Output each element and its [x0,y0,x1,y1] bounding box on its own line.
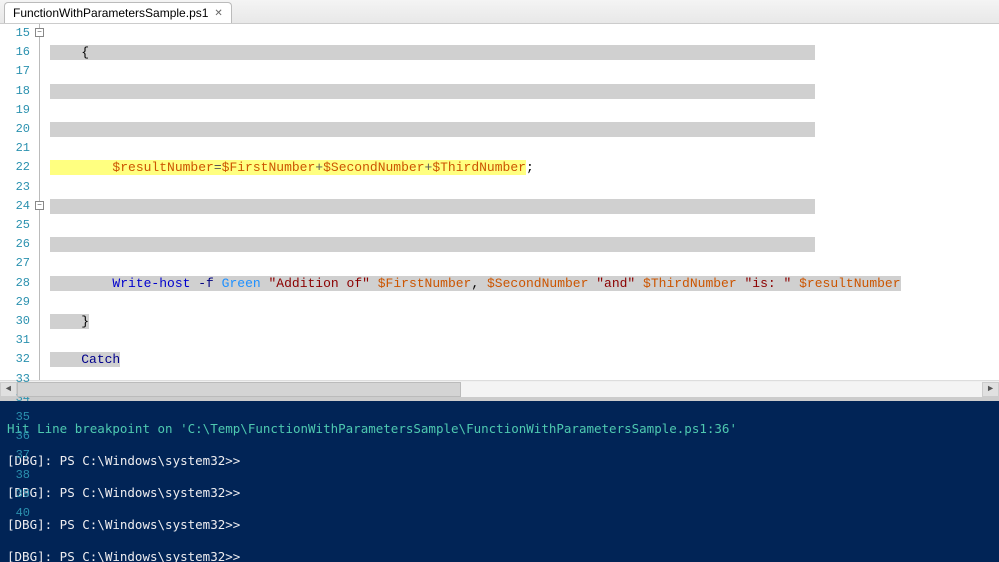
scroll-right-icon[interactable]: ► [982,382,999,397]
console-line: [DBG]: PS C:\Windows\system32>> [7,517,992,533]
line-number: 16 [0,43,30,62]
line-number: 26 [0,235,30,254]
fold-column: − − [36,24,50,380]
line-number: 29 [0,293,30,312]
line-number: 15 [0,24,30,43]
line-number: 32 [0,350,30,369]
code-content[interactable]: { [50,24,999,380]
fold-toggle-icon[interactable]: − [35,28,44,37]
scrollbar-track[interactable] [17,382,982,397]
line-number-gutter: 15 16 17 18 19 20 21 22 23 24 25 26 27 2… [0,24,36,380]
line-number: 24 [0,197,30,216]
scrollbar-thumb[interactable] [17,382,461,397]
line-number: 38 [0,466,30,485]
fold-toggle-icon[interactable]: − [35,201,44,210]
close-icon[interactable]: ✕ [214,8,222,19]
line-number: 22 [0,158,30,177]
line-number: 18 [0,82,30,101]
tab-title: FunctionWithParametersSample.ps1 [13,6,208,20]
file-tab[interactable]: FunctionWithParametersSample.ps1 ✕ [4,2,232,23]
line-number: 21 [0,139,30,158]
line-number: 30 [0,312,30,331]
console-pane[interactable]: Hit Line breakpoint on 'C:\Temp\Function… [0,401,999,562]
line-number: 28 [0,274,30,293]
line-number: 39 [0,485,30,504]
line-number: 35 [0,408,30,427]
line-number: 36 [0,427,30,446]
line-number: 19 [0,101,30,120]
console-line: [DBG]: PS C:\Windows\system32>> [7,453,992,469]
tab-bar: FunctionWithParametersSample.ps1 ✕ [0,0,999,24]
console-line: [DBG]: PS C:\Windows\system32>> [7,549,992,562]
code-editor[interactable]: 15 16 17 18 19 20 21 22 23 24 25 26 27 2… [0,24,999,380]
line-number: 37 [0,446,30,465]
line-number: 27 [0,254,30,273]
console-line: Hit Line breakpoint on 'C:\Temp\Function… [7,421,992,437]
line-number: 17 [0,62,30,81]
console-line: [DBG]: PS C:\Windows\system32>> [7,485,992,501]
line-number: 25 [0,216,30,235]
line-number: 31 [0,331,30,350]
line-number: 40 [0,504,30,523]
line-number: 20 [0,120,30,139]
line-number: 23 [0,178,30,197]
horizontal-scrollbar[interactable]: ◄ ► [0,380,999,397]
